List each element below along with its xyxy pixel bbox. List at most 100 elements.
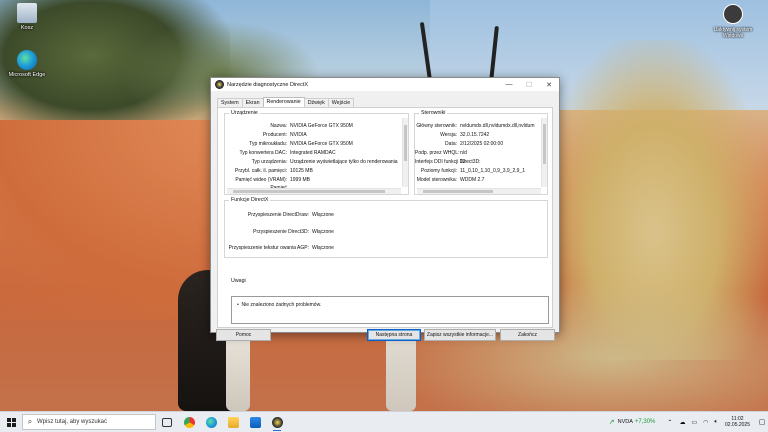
outlook-icon <box>249 416 261 428</box>
search-icon: ⌕ <box>27 417 33 426</box>
driver-version-key: Wersja: <box>440 132 457 138</box>
desktop-icon-label: Kosz <box>20 25 34 31</box>
direct3d-value: Włączone <box>312 229 334 235</box>
stock-change: +7,30% <box>634 419 656 425</box>
direct3d-key: Przyspieszenie Direct3D: <box>253 229 309 235</box>
chevron-up-icon[interactable]: ⌃ <box>667 419 672 426</box>
device-chip-value: NVIDIA GeForce GTX 950M <box>290 141 353 147</box>
dxdiag-window: Narzędzie diagnostyczne DirectX — ☐ ✕ Sy… <box>210 77 560 341</box>
clock-date: 02.05.2025 <box>724 422 750 428</box>
device-name-value: NVIDIA GeForce GTX 950M <box>290 123 353 129</box>
device-dac-key: Typ konwertera DAC: <box>239 150 287 156</box>
drivers-vertical-scrollbar[interactable] <box>541 118 547 187</box>
driver-whql-value: n/d <box>460 150 467 156</box>
taskbar-edge[interactable] <box>200 412 222 432</box>
notifications-icon[interactable]: ▢ <box>756 418 768 426</box>
device-name-key: Nazwa: <box>270 123 287 129</box>
drivers-group: Sterowniki Główny sterownik: nvldumdx.dll… <box>414 110 548 195</box>
driver-model-key: Model sterownika: <box>416 177 457 183</box>
dxdiag-icon <box>271 416 283 428</box>
battery-icon[interactable]: ▭ <box>691 419 697 426</box>
scrollbar-thumb[interactable] <box>543 124 546 164</box>
system-tray: ↗ NVDA +7,30% ⌃ ☁ ▭ ◠ 🔈︎ 11:02 02.05.202… <box>609 412 768 432</box>
notes-label: Uwagi <box>229 278 248 284</box>
taskbar-outlook[interactable] <box>244 412 266 432</box>
footer-buttons: Pomoc Następna strona Zapisz wszystkie i… <box>211 329 559 343</box>
device-dac-value: Integrated RAMDAC <box>290 150 336 156</box>
stock-trend-icon: ↗ <box>608 419 615 426</box>
driver-ddi-key: Interfejs DDI funkcji Direct3D: <box>415 159 481 165</box>
driver-date-key: Data: <box>445 141 457 147</box>
dxdiag-icon <box>215 80 224 89</box>
device-vertical-scrollbar[interactable] <box>402 118 408 187</box>
task-view-icon <box>162 417 172 427</box>
desktop-icon-label: Microsoft Edge <box>8 72 46 78</box>
notes-box: • Nie znaleziono żadnych problemów. <box>231 296 549 324</box>
stock-widget[interactable]: ↗ NVDA +7,30% <box>609 418 658 426</box>
device-vram-value: 1999 MB <box>290 177 311 183</box>
device-group-label: Urządzenie <box>229 110 260 116</box>
tab-panel: Urządzenie Nazwa: NVIDIA GeForce GTX 950M… <box>217 107 553 328</box>
driver-model-value: WDDM 2.7 <box>460 177 485 183</box>
directx-features-label: Funkcje DirectX <box>229 197 271 203</box>
windows-logo-icon <box>6 417 16 427</box>
clock[interactable]: 11:02 02.05.2025 <box>725 416 750 428</box>
driver-feature-levels-value: 11_0,10_1,10_0,9_3,9_2,9_1 <box>460 168 525 174</box>
device-horizontal-scrollbar[interactable] <box>227 188 401 194</box>
notes-item-text: Nie znaleziono żadnych problemów. <box>241 302 322 308</box>
taskbar-file-explorer[interactable] <box>222 412 244 432</box>
chrome-icon <box>183 416 195 428</box>
driver-feature-levels-key: Poziomy funkcji: <box>420 168 457 174</box>
wifi-icon[interactable]: ◠ <box>703 419 708 426</box>
cloud-icon[interactable]: ☁ <box>679 419 685 426</box>
task-view-button[interactable] <box>156 412 178 432</box>
scrollbar-thumb[interactable] <box>423 190 493 193</box>
window-title: Narzędzie diagnostyczne DirectX <box>227 81 309 88</box>
agp-value: Włączone <box>312 245 334 251</box>
activation-icon <box>723 4 743 24</box>
device-type-value: Urządzenie wyświetlające tylko do render… <box>290 159 398 165</box>
close-button[interactable]: ✕ <box>539 78 559 91</box>
minimize-button[interactable]: — <box>499 78 519 91</box>
taskbar-search[interactable]: ⌕ Wpisz tutaj, aby wyszukać <box>22 414 156 430</box>
taskbar-chrome[interactable] <box>178 412 200 432</box>
activate-windows-notice[interactable]: Uaktywnij system Windows <box>704 4 762 39</box>
next-page-button[interactable]: Następna strona <box>367 329 421 341</box>
drivers-horizontal-scrollbar[interactable] <box>417 188 541 194</box>
search-placeholder: Wpisz tutaj, aby wyszukać <box>37 419 108 425</box>
device-vram-key: Pamięć wideo (VRAM): <box>235 177 287 183</box>
drivers-viewport: Główny sterownik: nvldumdx.dll,nvldumdx.d… <box>415 114 541 186</box>
driver-date-value: 2/12/2025 02:00:00 <box>460 141 504 147</box>
save-all-info-button[interactable]: Zapisz wszystkie informacje... <box>424 329 496 341</box>
title-bar[interactable]: Narzędzie diagnostyczne DirectX — ☐ ✕ <box>211 78 559 91</box>
help-button[interactable]: Pomoc <box>216 329 271 341</box>
stock-name: NVDA <box>617 419 633 425</box>
desktop-icon-edge[interactable]: Microsoft Edge <box>5 50 49 78</box>
agp-key: Przyspieszenie tekstur owania AGP: <box>228 245 309 251</box>
scrollbar-thumb[interactable] <box>404 125 407 161</box>
device-manufacturer-value: NVIDIA <box>290 132 307 138</box>
directx-features-group: Funkcje DirectX Przyspieszenie DirectDra… <box>224 197 548 258</box>
volume-icon[interactable]: 🔈︎ <box>714 419 718 426</box>
device-total-memory-value: 10125 MB <box>290 168 313 174</box>
device-total-memory-key: Przybl. całk. il. pamięci: <box>235 168 287 174</box>
directdraw-key: Przyspieszenie DirectDraw: <box>247 212 309 218</box>
driver-version-value: 32.0.15.7242 <box>460 132 490 138</box>
recycle-bin-icon <box>17 3 37 23</box>
driver-main-key: Główny sterownik: <box>416 123 457 129</box>
start-button[interactable] <box>0 412 22 432</box>
desktop-icon-recycle-bin[interactable]: Kosz <box>5 3 49 31</box>
device-type-key: Typ urządzenia: <box>251 159 287 165</box>
maximize-button[interactable]: ☐ <box>519 78 539 91</box>
edge-icon <box>17 50 37 70</box>
exit-button[interactable]: Zakończ <box>500 329 555 341</box>
scrollbar-thumb[interactable] <box>233 190 385 193</box>
driver-whql-key: Podp. przez WHQL: <box>415 150 460 156</box>
notes-item: • Nie znaleziono żadnych problemów. <box>237 302 322 308</box>
taskbar-dxdiag[interactable] <box>266 412 288 432</box>
device-chip-key: Typ mikroukładu: <box>249 141 287 147</box>
driver-main-value: nvldumdx.dll,nvldumdx.dll,nvldum <box>460 123 535 129</box>
activation-text: Uaktywnij system Windows <box>713 27 753 39</box>
driver-ddi-value: 12 <box>460 159 466 165</box>
edge-icon <box>205 416 217 428</box>
